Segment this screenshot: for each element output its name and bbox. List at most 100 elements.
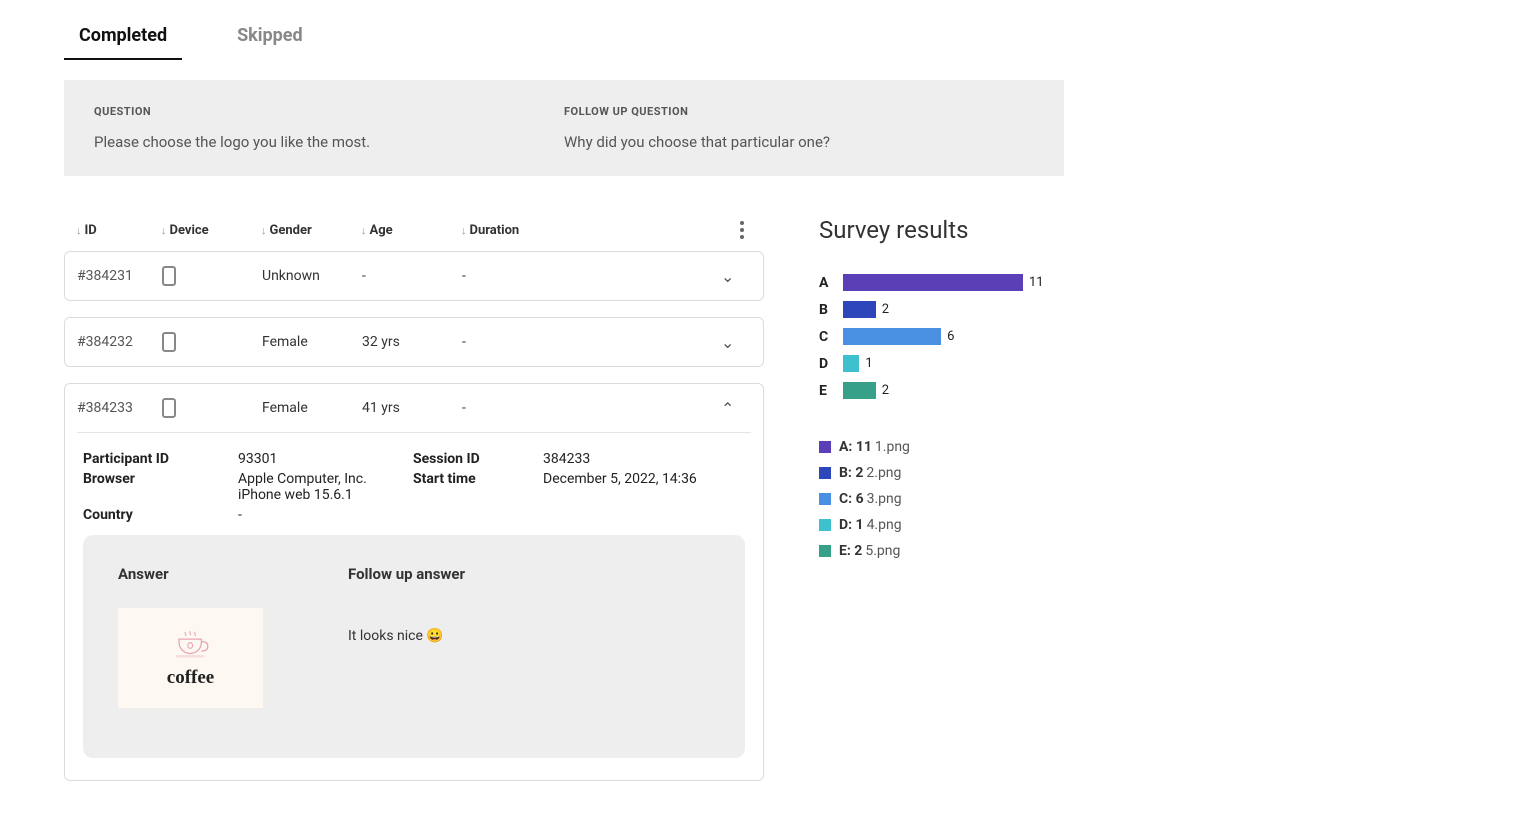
chart-bar-label: B (819, 302, 843, 318)
question-panel: QUESTION Please choose the logo you like… (64, 80, 1064, 176)
sort-icon: ↓ (261, 224, 267, 237)
chart-bar-row: D1 (819, 355, 1209, 372)
row-duration: - (462, 268, 721, 284)
browser-value: Apple Computer, Inc. iPhone web 15.6.1 (238, 471, 413, 503)
followup-answer-text: It looks nice 😀 (348, 628, 710, 644)
chart-bar-value: 11 (1029, 275, 1044, 290)
sort-desc-icon: ↓ (76, 224, 82, 237)
legend-swatch (819, 493, 831, 505)
legend-file: 1.png (875, 439, 910, 455)
participant-id-label: Participant ID (83, 451, 238, 467)
tabs: Completed Skipped (64, 20, 1486, 60)
answer-logo-text: coffee (167, 667, 214, 689)
row-toggle[interactable]: #384232 Female 32 yrs - ⌄ (65, 318, 763, 366)
chart-bar-fill (843, 355, 859, 372)
survey-bar-chart: A11B2C6D1E2 (819, 274, 1209, 399)
legend-key: B: 2 (839, 465, 863, 481)
legend-file: 2.png (866, 465, 901, 481)
browser-label: Browser (83, 471, 238, 503)
sort-icon: ↓ (461, 224, 467, 237)
table-header: ↓ ID ↓ Device ↓ Gender ↓ Age ↓ Duratio (64, 216, 764, 251)
row-toggle[interactable]: #384233 Female 41 yrs - ⌃ (65, 384, 763, 432)
followup-question-label: FOLLOW UP QUESTION (564, 105, 1034, 118)
chart-bar-value: 2 (882, 302, 889, 317)
survey-results-title: Survey results (819, 216, 1209, 244)
legend-key: A: 11 (839, 439, 872, 455)
tab-skipped[interactable]: Skipped (222, 20, 318, 60)
legend-file: 5.png (865, 543, 900, 559)
header-device[interactable]: ↓ Device (161, 223, 261, 238)
phone-icon (162, 332, 176, 352)
row-id: #384231 (77, 268, 162, 284)
start-time-label: Start time (413, 471, 543, 503)
chart-bar-row: A 11 (819, 274, 1209, 291)
row-toggle[interactable]: #384231 Unknown - - ⌄ (65, 252, 763, 300)
header-gender-label: Gender (270, 223, 312, 238)
row-id: #384232 (77, 334, 162, 350)
legend-swatch (819, 467, 831, 479)
dots-vertical-icon (732, 221, 752, 239)
chart-bar-row: C6 (819, 328, 1209, 345)
row-gender: Female (262, 334, 362, 350)
chart-bar-row: E2 (819, 382, 1209, 399)
chevron-down-icon: ⌄ (721, 267, 751, 286)
legend-file: 4.png (867, 517, 902, 533)
row-duration: - (462, 334, 721, 350)
coffee-cup-icon (171, 628, 211, 663)
tab-completed[interactable]: Completed (64, 20, 182, 60)
chart-bar-row: B2 (819, 301, 1209, 318)
legend-row: E: 2 5.png (819, 543, 1209, 559)
chart-bar-value: 2 (882, 383, 889, 398)
country-label: Country (83, 507, 238, 523)
table-row: #384231 Unknown - - ⌄ (64, 251, 764, 301)
row-duration: - (462, 400, 721, 416)
header-age[interactable]: ↓ Age (361, 223, 461, 238)
table-row: #384233 Female 41 yrs - ⌃ Participant ID… (64, 383, 764, 781)
legend-swatch (819, 545, 831, 557)
row-device (162, 332, 262, 352)
row-device (162, 398, 262, 418)
chart-bar-track (843, 301, 876, 318)
chart-bar-value: 1 (865, 356, 872, 371)
phone-icon (162, 266, 176, 286)
answer-logo-card: coffee (118, 608, 263, 708)
chart-bar-track (843, 355, 859, 372)
answer-label: Answer (118, 565, 288, 583)
followup-question-text: Why did you choose that particular one? (564, 133, 1034, 151)
legend-row: A: 11 1.png (819, 439, 1209, 455)
chart-bar-track (843, 274, 1023, 291)
sort-icon: ↓ (161, 224, 167, 237)
header-duration-label: Duration (470, 223, 520, 238)
header-id[interactable]: ↓ ID (76, 223, 161, 238)
sort-icon: ↓ (361, 224, 367, 237)
row-age: 41 yrs (362, 400, 462, 416)
header-duration[interactable]: ↓ Duration (461, 223, 732, 238)
legend-key: E: 2 (839, 543, 862, 559)
row-age: - (362, 268, 462, 284)
chart-bar-label: A (819, 275, 843, 291)
country-value: - (238, 507, 413, 523)
row-gender: Female (262, 400, 362, 416)
question-label: QUESTION (94, 105, 564, 118)
phone-icon (162, 398, 176, 418)
legend-key: C: 6 (839, 491, 864, 507)
legend-row: B: 2 2.png (819, 465, 1209, 481)
row-age: 32 yrs (362, 334, 462, 350)
chart-bar-track (843, 328, 941, 345)
chart-bar-fill (843, 328, 941, 345)
legend-swatch (819, 519, 831, 531)
legend-key: D: 1 (839, 517, 864, 533)
header-gender[interactable]: ↓ Gender (261, 223, 361, 238)
row-gender: Unknown (262, 268, 362, 284)
chart-bar-track (843, 382, 876, 399)
table-menu-button[interactable] (732, 221, 752, 239)
survey-legend: A: 11 1.png B: 2 2.png C: 6 3.png D: 1 4.pn… (819, 439, 1209, 559)
table-row: #384232 Female 32 yrs - ⌄ (64, 317, 764, 367)
header-device-label: Device (170, 223, 209, 238)
chevron-down-icon: ⌄ (721, 333, 751, 352)
legend-row: C: 6 3.png (819, 491, 1209, 507)
participant-id-value: 93301 (238, 451, 413, 467)
session-id-value: 384233 (543, 451, 745, 467)
start-time-value: December 5, 2022, 14:36 (543, 471, 745, 503)
chevron-up-icon: ⌃ (721, 399, 751, 418)
